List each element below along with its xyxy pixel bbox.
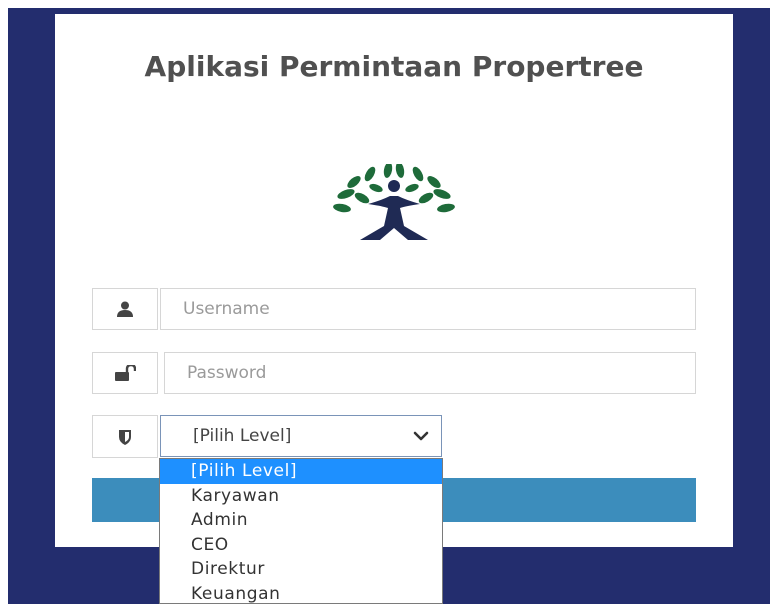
chevron-down-icon: [413, 430, 429, 442]
username-row: [92, 288, 696, 330]
level-addon: [92, 415, 158, 458]
unlock-icon: [114, 365, 136, 381]
level-option-karyawan[interactable]: Karyawan: [160, 484, 442, 509]
username-input[interactable]: [161, 289, 695, 329]
level-select-value: [Pilih Level]: [193, 426, 291, 446]
level-option-pilih-level[interactable]: [Pilih Level]: [160, 459, 442, 484]
level-dropdown-list: [Pilih Level] Karyawan Admin CEO Direktu…: [159, 458, 443, 604]
password-field: [164, 352, 696, 394]
password-row: [92, 352, 696, 394]
level-option-ceo[interactable]: CEO: [160, 533, 442, 558]
username-addon: [92, 288, 158, 330]
shield-icon: [118, 429, 132, 445]
level-option-direktur[interactable]: Direktur: [160, 557, 442, 582]
username-field: [160, 288, 696, 330]
level-row: [92, 415, 158, 457]
level-option-keuangan[interactable]: Keuangan: [160, 582, 442, 606]
page-title: Aplikasi Permintaan Propertree: [0, 50, 770, 84]
user-icon: [116, 301, 134, 317]
password-addon: [92, 352, 158, 394]
level-select[interactable]: [Pilih Level]: [160, 415, 442, 457]
level-option-admin[interactable]: Admin: [160, 508, 442, 533]
password-input[interactable]: [165, 353, 695, 393]
propertree-logo: [332, 164, 456, 242]
